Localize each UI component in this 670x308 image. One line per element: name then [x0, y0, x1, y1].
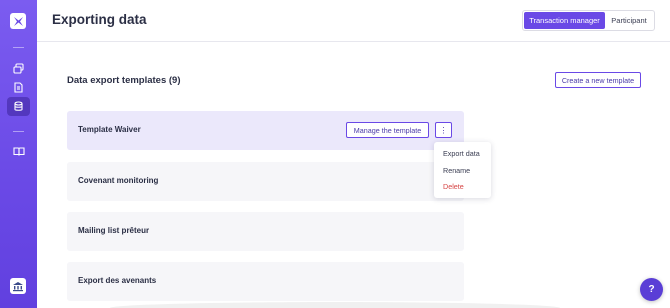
create-template-button[interactable]: Create a new template — [555, 72, 641, 88]
kebab-icon: ⋮ — [439, 125, 448, 135]
top-header: Exporting data Transaction manager Parti… — [37, 0, 670, 42]
toggle-transaction-manager[interactable]: Transaction manager — [524, 12, 605, 29]
database-icon[interactable] — [7, 97, 30, 116]
help-icon: ? — [648, 284, 655, 295]
template-card[interactable]: Template Waiver Manage the template ⋮ — [67, 111, 464, 150]
template-name: Template Waiver — [78, 125, 141, 134]
scroll-shadow — [110, 302, 560, 308]
sidebar — [0, 0, 37, 308]
template-name: Covenant monitoring — [78, 176, 159, 185]
toggle-participant[interactable]: Participant — [605, 12, 653, 29]
template-card[interactable]: Covenant monitoring — [67, 162, 464, 201]
role-toggle: Transaction manager Participant — [522, 10, 655, 31]
layers-icon[interactable] — [7, 59, 30, 78]
more-options-button[interactable]: ⋮ — [435, 122, 452, 138]
book-icon[interactable] — [7, 142, 30, 161]
template-name: Export des avenants — [78, 276, 157, 285]
template-card[interactable]: Export des avenants — [67, 262, 464, 301]
menu-item-rename[interactable]: Rename — [443, 166, 470, 175]
help-button[interactable]: ? — [640, 278, 663, 301]
manage-template-button[interactable]: Manage the template — [346, 122, 429, 138]
template-card[interactable]: Mailing list prêteur — [67, 212, 464, 251]
sidebar-divider — [13, 47, 24, 48]
section-title: Data export templates (9) — [67, 75, 181, 86]
template-context-menu: Export data Rename Delete — [434, 142, 491, 198]
page-title: Exporting data — [52, 12, 147, 27]
menu-item-export-data[interactable]: Export data — [443, 149, 480, 158]
bank-icon[interactable] — [10, 278, 26, 294]
template-name: Mailing list prêteur — [78, 226, 150, 235]
sidebar-divider — [13, 131, 24, 132]
document-icon[interactable] — [7, 78, 30, 97]
menu-item-delete[interactable]: Delete — [443, 182, 464, 191]
app-logo-icon[interactable] — [10, 13, 26, 29]
